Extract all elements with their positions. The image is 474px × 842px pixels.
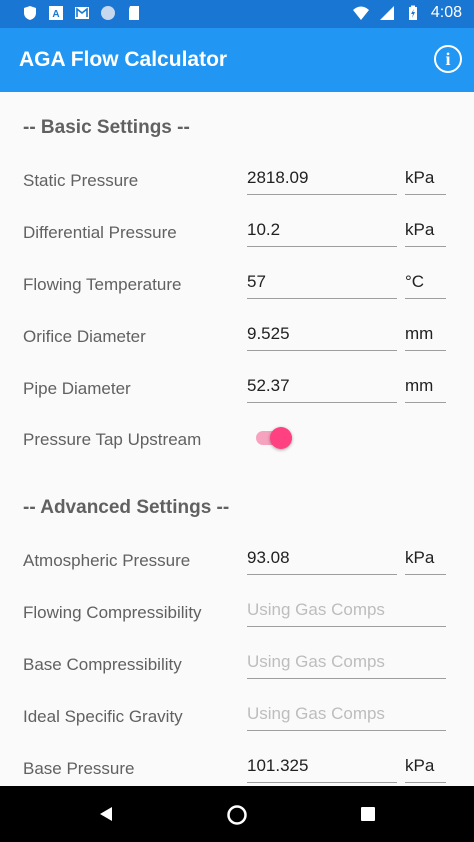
switch-thumb: [270, 427, 292, 449]
shield-icon: [24, 6, 36, 20]
base-pressure-input[interactable]: 101.325: [247, 754, 397, 783]
orifice-diameter-unit[interactable]: mm: [405, 322, 446, 351]
flowing-compressibility-label: Flowing Compressibility: [23, 603, 202, 622]
info-icon[interactable]: i: [434, 45, 462, 73]
differential-pressure-label: Differential Pressure: [23, 223, 177, 242]
static-pressure-unit[interactable]: kPa: [405, 166, 446, 195]
flowing-temperature-unit[interactable]: °C: [405, 270, 446, 299]
settings-form[interactable]: -- Basic Settings -- Static Pressure 281…: [0, 92, 474, 786]
atmospheric-pressure-label: Atmospheric Pressure: [23, 551, 191, 570]
pipe-diameter-label: Pipe Diameter: [23, 379, 131, 398]
flowing-compressibility-input[interactable]: Using Gas Comps: [247, 598, 446, 627]
battery-charging-icon: [408, 5, 417, 20]
static-pressure-label: Static Pressure: [23, 171, 139, 190]
flowing-temperature-label: Flowing Temperature: [23, 275, 182, 294]
signal-icon: [379, 6, 394, 20]
app-title: AGA Flow Calculator: [19, 48, 228, 71]
atmospheric-pressure-input[interactable]: 93.08: [247, 546, 397, 575]
pipe-diameter-unit[interactable]: mm: [405, 374, 446, 403]
wifi-icon: [352, 6, 369, 20]
a-box-icon: A: [49, 6, 63, 20]
basic-settings-heading: -- Basic Settings --: [23, 117, 190, 138]
navigation-bar: [0, 786, 474, 842]
base-compressibility-input[interactable]: Using Gas Comps: [247, 650, 446, 679]
orifice-diameter-input[interactable]: 9.525: [247, 322, 397, 351]
orifice-diameter-label: Orifice Diameter: [23, 327, 146, 346]
svg-text:A: A: [52, 9, 59, 20]
differential-pressure-input[interactable]: 10.2: [247, 218, 397, 247]
sd-card-icon: [129, 6, 139, 20]
ideal-specific-gravity-input[interactable]: Using Gas Comps: [247, 702, 446, 731]
advanced-settings-heading: -- Advanced Settings --: [23, 497, 230, 518]
status-bar: A 4:08: [0, 0, 474, 28]
status-time: 4:08: [430, 4, 462, 21]
mail-icon: [75, 7, 89, 19]
base-pressure-label: Base Pressure: [23, 759, 135, 778]
pressure-tap-upstream-switch[interactable]: [256, 427, 296, 449]
pipe-diameter-input[interactable]: 52.37: [247, 374, 397, 403]
atmospheric-pressure-unit[interactable]: kPa: [405, 546, 446, 575]
ideal-specific-gravity-label: Ideal Specific Gravity: [23, 707, 183, 726]
differential-pressure-unit[interactable]: kPa: [405, 218, 446, 247]
app-bar: AGA Flow Calculator i: [0, 28, 474, 92]
pressure-tap-upstream-label: Pressure Tap Upstream: [23, 430, 202, 449]
static-pressure-input[interactable]: 2818.09: [247, 166, 397, 195]
base-compressibility-label: Base Compressibility: [23, 655, 182, 674]
circle-icon: [101, 6, 115, 20]
base-pressure-unit[interactable]: kPa: [405, 754, 446, 783]
home-icon[interactable]: [226, 804, 248, 826]
back-icon[interactable]: [97, 804, 117, 824]
recents-icon[interactable]: [360, 806, 376, 822]
flowing-temperature-input[interactable]: 57: [247, 270, 397, 299]
